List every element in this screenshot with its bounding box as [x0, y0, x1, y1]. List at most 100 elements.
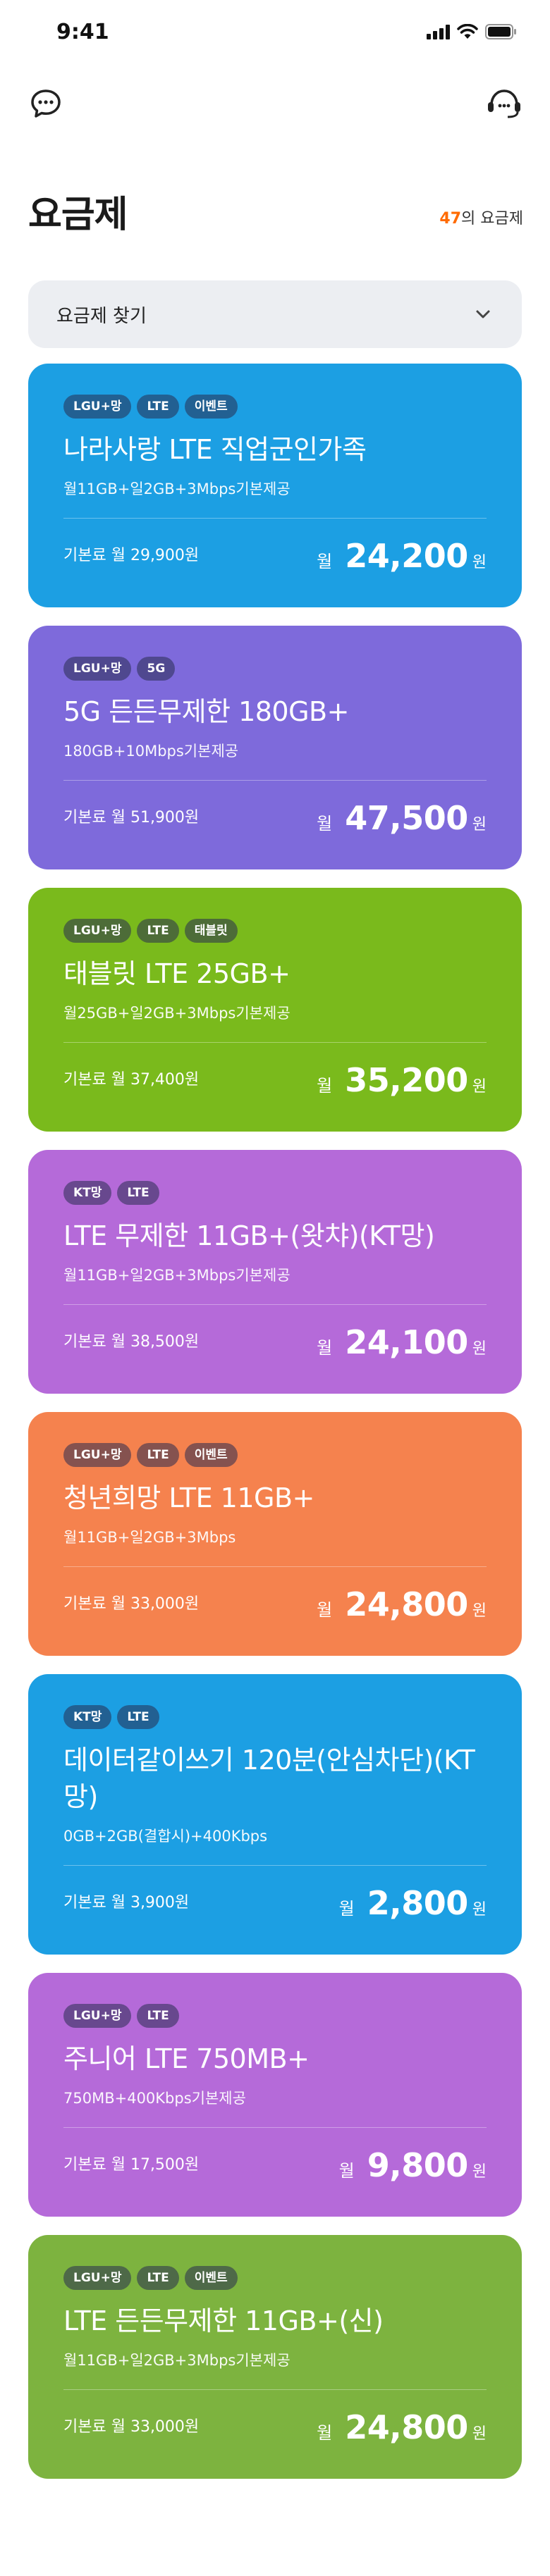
price-month-label: 월: [317, 1338, 333, 1358]
price-month-label: 월: [338, 1899, 355, 1919]
plan-base-fee: 기본료 월 17,500원: [63, 2156, 200, 2174]
status-icons: [427, 24, 518, 39]
plan-list: LGU+망 LTE 이벤트 나라사랑 LTE 직업군인가족 월11GB+일2GB…: [28, 364, 522, 2497]
plan-description: 180GB+10Mbps기본제공: [63, 743, 239, 760]
plan-tag: 이벤트: [184, 395, 238, 419]
plan-count: 47의 요금제: [439, 206, 523, 228]
price-amount: 24,100: [345, 1323, 468, 1361]
plan-card[interactable]: LGU+망 LTE 이벤트 청년희망 LTE 11GB+ 월11GB+일2GB+…: [28, 1412, 522, 1656]
plan-description: 0GB+2GB(결합시)+400Kbps: [63, 1828, 268, 1845]
price-month-label: 월: [317, 552, 333, 571]
plan-tags: LGU+망 LTE 태블릿: [63, 919, 487, 943]
plan-price: 월 24,100 원: [317, 1323, 487, 1361]
plan-tags: LGU+망 LTE 이벤트: [63, 1443, 487, 1467]
status-bar: 9:41: [0, 0, 550, 70]
plan-price: 월 9,800 원: [339, 2146, 487, 2184]
price-currency: 원: [472, 2425, 487, 2443]
status-time: 9:41: [56, 20, 109, 44]
plan-tags: LGU+망 LTE: [63, 2004, 487, 2028]
price-month-label: 월: [317, 1076, 333, 1096]
plan-card[interactable]: LGU+망 LTE 태블릿 태블릿 LTE 25GB+ 월25GB+일2GB+3…: [28, 888, 522, 1132]
plan-card[interactable]: KT망 LTE 데이터같이쓰기 120분(안심차단)(KT망) 0GB+2GB(…: [28, 1674, 522, 1955]
headset-icon: [488, 89, 520, 118]
price-currency: 원: [472, 1340, 487, 1358]
plan-card[interactable]: KT망 LTE LTE 무제한 11GB+(왓챠)(KT망) 월11GB+일2G…: [28, 1150, 522, 1394]
plan-description: 월25GB+일2GB+3Mbps기본제공: [63, 1005, 291, 1022]
price-amount: 24,800: [345, 1585, 468, 1623]
divider: [63, 1304, 487, 1305]
plan-card[interactable]: LGU+망 LTE 이벤트 LTE 든든무제한 11GB+(신) 월11GB+일…: [28, 2235, 522, 2479]
plan-tag: 이벤트: [184, 2266, 238, 2290]
plan-tags: LGU+망 5G: [63, 657, 487, 681]
price-amount: 24,200: [345, 537, 468, 575]
plan-tag: LTE: [117, 1181, 159, 1205]
battery-icon: [485, 24, 518, 39]
divider: [63, 518, 487, 519]
plan-tags: LGU+망 LTE 이벤트: [63, 395, 487, 419]
chat-button[interactable]: [27, 85, 65, 123]
plan-name: 청년희망 LTE 11GB+: [63, 1482, 314, 1513]
plan-tag: LTE: [137, 1443, 179, 1467]
plan-base-fee: 기본료 월 29,900원: [63, 547, 200, 564]
divider: [63, 1042, 487, 1043]
plan-base-fee: 기본료 월 3,900원: [63, 1894, 190, 1912]
plan-base-fee: 기본료 월 33,000원: [63, 2418, 200, 2436]
chat-bubble-icon: [31, 89, 61, 118]
plan-card[interactable]: LGU+망 5G 5G 든든무제한 180GB+ 180GB+10Mbps기본제…: [28, 626, 522, 869]
plan-base-fee: 기본료 월 51,900원: [63, 809, 200, 826]
plan-tag: KT망: [63, 1181, 112, 1205]
plan-tags: KT망 LTE: [63, 1181, 487, 1205]
plan-search-dropdown[interactable]: 요금제 찾기: [28, 280, 522, 348]
top-bar: [0, 79, 550, 128]
price-month-label: 월: [317, 2423, 333, 2443]
plan-base-fee: 기본료 월 33,000원: [63, 1595, 200, 1613]
price-amount: 47,500: [345, 799, 468, 837]
plan-tag: 태블릿: [184, 919, 238, 943]
price-currency: 원: [472, 2163, 487, 2181]
price-month-label: 월: [317, 814, 333, 834]
plan-tag: LTE: [137, 2266, 179, 2290]
price-currency: 원: [472, 554, 487, 571]
plan-name: 주니어 LTE 750MB+: [63, 2043, 310, 2074]
plan-name: 데이터같이쓰기 120분(안심차단)(KT망): [63, 1745, 475, 1812]
divider: [63, 2389, 487, 2390]
price-amount: 2,800: [367, 1884, 469, 1922]
plan-price: 월 24,800 원: [317, 2408, 487, 2446]
plan-card[interactable]: LGU+망 LTE 주니어 LTE 750MB+ 750MB+400Kbps기본…: [28, 1973, 522, 2217]
plan-name: LTE 무제한 11GB+(왓챠)(KT망): [63, 1220, 435, 1251]
divider: [63, 1566, 487, 1567]
price-currency: 원: [472, 816, 487, 834]
divider: [63, 780, 487, 781]
plan-name: 태블릿 LTE 25GB+: [63, 958, 291, 989]
divider: [63, 1865, 487, 1866]
price-amount: 9,800: [367, 2146, 469, 2184]
plan-tags: KT망 LTE: [63, 1705, 487, 1729]
plan-description: 월11GB+일2GB+3Mbps기본제공: [63, 1267, 291, 1284]
plan-card[interactable]: LGU+망 LTE 이벤트 나라사랑 LTE 직업군인가족 월11GB+일2GB…: [28, 364, 522, 607]
support-button[interactable]: [484, 85, 525, 123]
plan-tag: 5G: [137, 657, 176, 681]
plan-base-fee: 기본료 월 38,500원: [63, 1333, 200, 1351]
plan-count-number: 47: [439, 210, 462, 228]
cellular-signal-icon: [427, 24, 450, 39]
plan-name: 5G 든든무제한 180GB+: [63, 696, 349, 727]
plan-search-label: 요금제 찾기: [56, 305, 147, 327]
wifi-icon: [457, 24, 478, 39]
plan-tag: LTE: [137, 919, 179, 943]
chevron-down-icon: [472, 304, 494, 325]
plan-tag: LGU+망: [63, 657, 132, 681]
price-amount: 35,200: [345, 1061, 468, 1099]
plan-tag: LTE: [137, 395, 179, 419]
divider: [63, 2127, 487, 2128]
plan-tag: 이벤트: [184, 1443, 238, 1467]
price-month-label: 월: [338, 2161, 355, 2181]
plan-name: LTE 든든무제한 11GB+(신): [63, 2305, 384, 2336]
plan-count-suffix: 의 요금제: [461, 210, 523, 228]
plan-price: 월 47,500 원: [317, 799, 487, 837]
plan-price: 월 24,200 원: [317, 537, 487, 575]
plan-price: 월 35,200 원: [317, 1061, 487, 1099]
plan-base-fee: 기본료 월 37,400원: [63, 1071, 200, 1089]
plan-tag: LGU+망: [63, 919, 132, 943]
page-title: 요금제: [28, 194, 128, 236]
plan-description: 월11GB+일2GB+3Mbps기본제공: [63, 2352, 291, 2369]
